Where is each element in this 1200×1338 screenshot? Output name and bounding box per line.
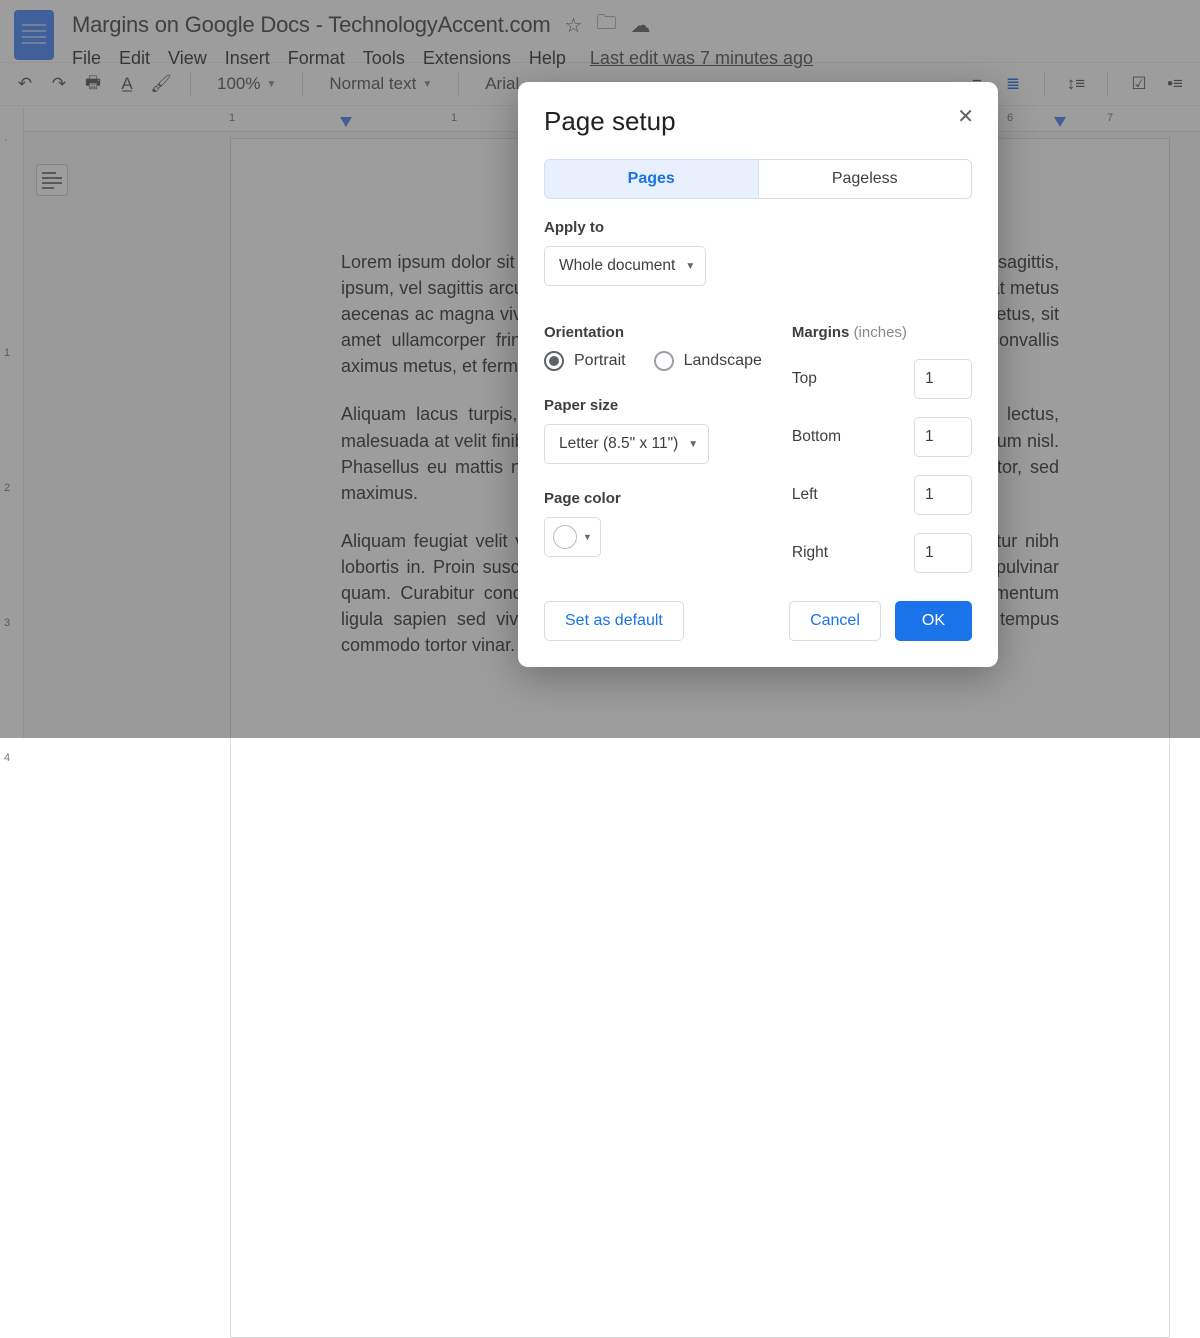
color-swatch-icon <box>553 525 577 549</box>
apply-to-select[interactable]: Whole document▼ <box>544 246 706 286</box>
cancel-button[interactable]: Cancel <box>789 601 881 641</box>
tab-pages[interactable]: Pages <box>544 159 759 199</box>
chevron-down-icon: ▼ <box>688 439 698 450</box>
paper-size-select[interactable]: Letter (8.5" x 11")▼ <box>544 424 709 464</box>
tab-switcher: Pages Pageless <box>544 159 972 199</box>
chevron-down-icon: ▼ <box>685 261 695 272</box>
paper-size-label: Paper size <box>544 397 762 414</box>
margin-bottom-input[interactable] <box>914 417 972 457</box>
margin-bottom-label: Bottom <box>792 428 841 446</box>
radio-selected-icon <box>544 351 564 371</box>
radio-unselected-icon <box>654 351 674 371</box>
orientation-landscape-radio[interactable]: Landscape <box>654 351 762 371</box>
margin-top-label: Top <box>792 370 817 388</box>
margin-top-input[interactable] <box>914 359 972 399</box>
close-icon[interactable]: ✕ <box>957 104 974 129</box>
page-color-select[interactable]: ▼ <box>544 517 601 557</box>
chevron-down-icon: ▼ <box>583 532 592 542</box>
dialog-title: Page setup <box>544 106 972 137</box>
orientation-label: Orientation <box>544 324 762 341</box>
ok-button[interactable]: OK <box>895 601 972 641</box>
tab-pageless[interactable]: Pageless <box>759 159 973 199</box>
margin-left-input[interactable] <box>914 475 972 515</box>
page-color-label: Page color <box>544 490 762 507</box>
page-setup-dialog: Page setup ✕ Pages Pageless Apply to Who… <box>518 82 998 667</box>
orientation-portrait-radio[interactable]: Portrait <box>544 351 626 371</box>
set-default-button[interactable]: Set as default <box>544 601 684 641</box>
margin-right-label: Right <box>792 544 828 562</box>
margins-label: Margins (inches) <box>792 324 972 341</box>
apply-to-label: Apply to <box>544 219 972 236</box>
margin-right-input[interactable] <box>914 533 972 573</box>
margin-left-label: Left <box>792 486 818 504</box>
